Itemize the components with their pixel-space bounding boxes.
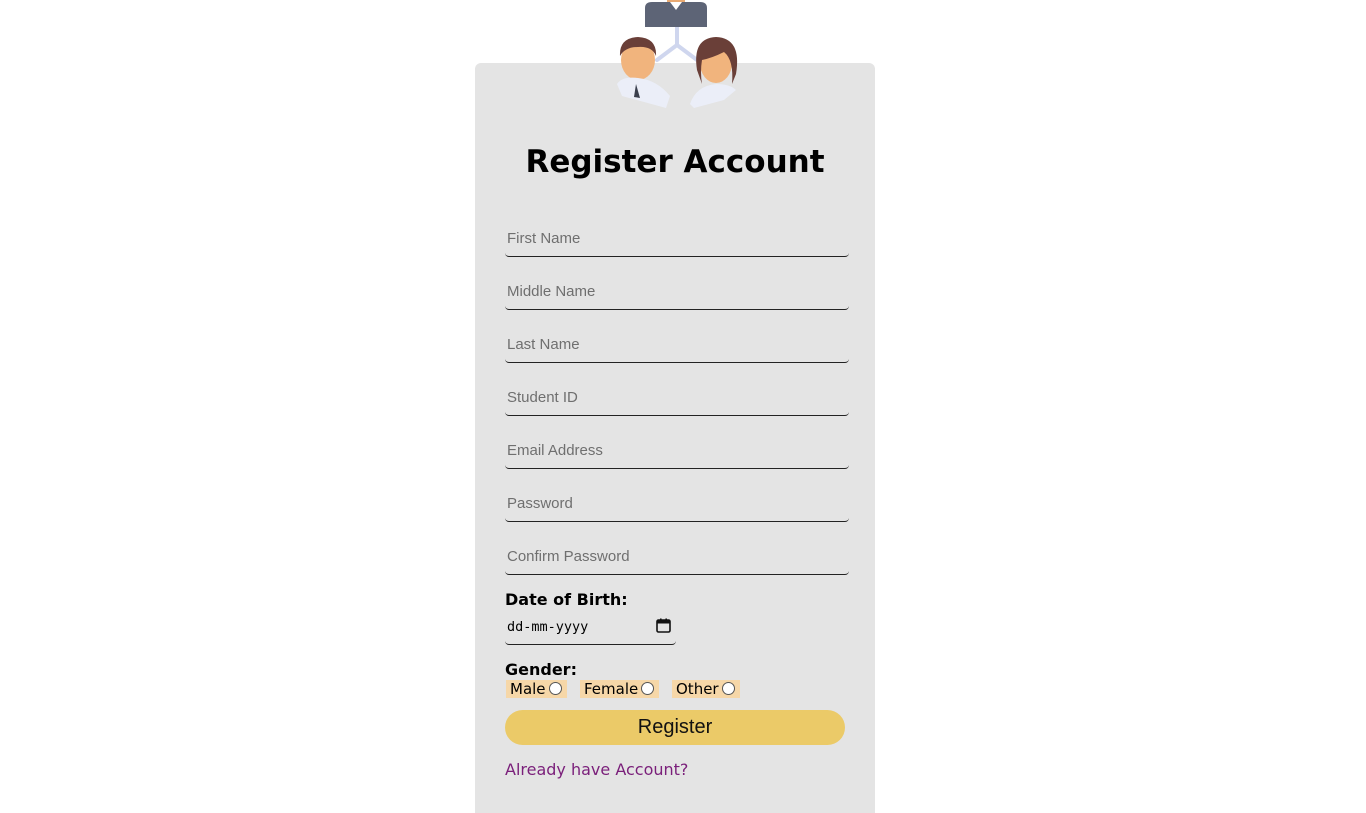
gender-option-other[interactable]: Other <box>672 680 740 698</box>
gender-label: Gender: <box>505 660 577 679</box>
gender-female-radio[interactable] <box>641 681 655 695</box>
login-link[interactable]: Already have Account? <box>505 760 688 779</box>
page-title: Register Account <box>525 144 825 180</box>
users-group-icon <box>617 0 738 108</box>
gender-male-label: Male <box>510 680 546 698</box>
middle-name-input[interactable] <box>505 274 849 310</box>
gender-female-label: Female <box>584 680 639 698</box>
dob-placeholder: dd-mm-yyyy <box>507 619 589 635</box>
dob-label: Date of Birth: <box>505 590 628 609</box>
gender-option-female[interactable]: Female <box>580 680 659 698</box>
calendar-icon[interactable] <box>656 618 671 633</box>
gender-option-male[interactable]: Male <box>506 680 567 698</box>
gender-other-label: Other <box>676 680 719 698</box>
gender-other-radio[interactable] <box>721 681 735 695</box>
dob-input[interactable]: dd-mm-yyyy <box>505 614 676 645</box>
register-button[interactable]: Register <box>505 710 845 745</box>
confirm-password-input[interactable] <box>505 539 849 575</box>
first-name-input[interactable] <box>505 221 849 257</box>
student-id-input[interactable] <box>505 380 849 416</box>
password-input[interactable] <box>505 486 849 522</box>
gender-male-radio[interactable] <box>548 681 562 695</box>
email-input[interactable] <box>505 433 849 469</box>
last-name-input[interactable] <box>505 327 849 363</box>
